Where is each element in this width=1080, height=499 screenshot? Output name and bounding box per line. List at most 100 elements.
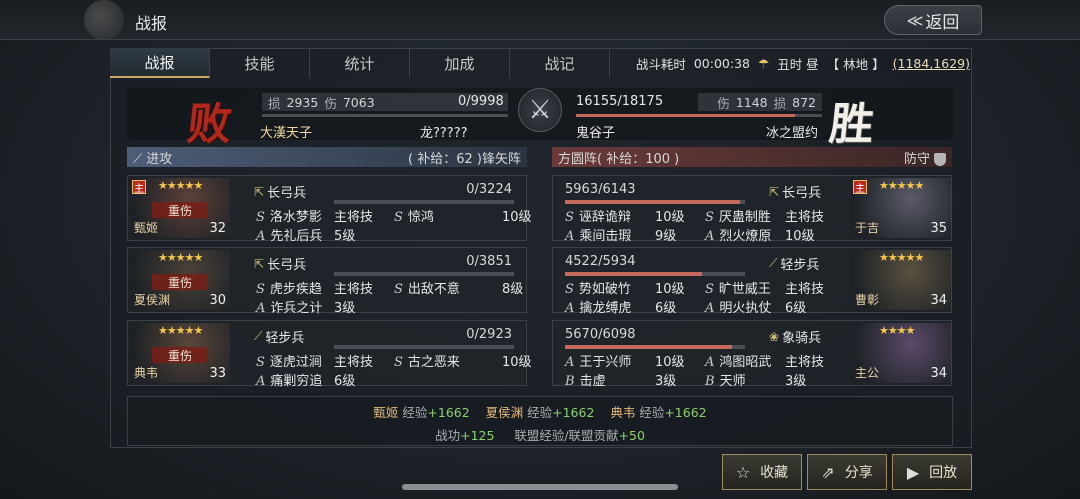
battle-time: 丑时 昼 xyxy=(777,57,819,72)
exp-label: 经验 xyxy=(402,405,428,420)
skill-entry[interactable]: A 擒龙缚虎 6级 xyxy=(565,297,676,316)
troop-icon: ⟋ xyxy=(769,256,778,270)
skill-entry[interactable]: A 明火执仗 6级 xyxy=(705,297,806,316)
troop-hp: 5963/6143 xyxy=(565,182,636,197)
skill-level: 10级 xyxy=(502,210,532,225)
general-portrait[interactable]: ★★★★★ 主于吉 35 xyxy=(851,178,951,238)
tab-bar: 战报 技能 统计 加成 战记 xyxy=(110,48,610,78)
replay-button[interactable]: ▶ 回放 xyxy=(892,454,972,490)
crossed-swords-icon: ⚔ xyxy=(518,88,562,132)
skill-entry[interactable]: A 王于兴师 10级 xyxy=(565,351,685,370)
collect-button[interactable]: ☆ 收藏 xyxy=(722,454,802,490)
skill-type: S xyxy=(256,210,265,225)
skill-type: B xyxy=(705,374,715,389)
skill-type: S xyxy=(394,355,403,370)
right-alliance-name: 冰之盟约 xyxy=(766,126,819,141)
skill-type: S xyxy=(565,210,574,225)
general-portrait[interactable]: ★★★★★ 曹彰 34 xyxy=(851,250,951,310)
general-portrait[interactable]: ★★★★★ 主重伤 甄姬 32 xyxy=(130,178,230,238)
skill-entry[interactable]: S 虎步疾趋 主将技 xyxy=(256,278,373,297)
skill-type: A xyxy=(705,229,715,244)
sword-icon: ⟋ xyxy=(133,151,147,167)
victory-mark: 胜 xyxy=(826,99,877,150)
skill-entry[interactable]: S 洛水梦影 主将技 xyxy=(256,206,373,225)
defense-mode: 防守 xyxy=(903,151,930,167)
skill-entry[interactable]: B 击虚 3级 xyxy=(565,370,676,389)
skill-entry[interactable]: S 势如破竹 10级 xyxy=(565,278,685,297)
troop-type: ❀ 象骑兵 xyxy=(769,327,821,347)
skill-name: 惊鸿 xyxy=(407,210,434,225)
skill-entry[interactable]: S 厌蛊制胜 主将技 xyxy=(705,206,824,225)
general-portrait[interactable]: ★★★★ 主公 34 xyxy=(851,323,951,383)
general-name: 于吉 xyxy=(855,221,880,235)
skill-entry[interactable]: S 诬辞诡辩 10级 xyxy=(565,206,685,225)
skill-entry[interactable]: B 天师 3级 xyxy=(705,370,806,389)
right-general-card[interactable]: ★★★★★ 主于吉 35 ⇱ 长弓兵 5963/6143 S 诬辞诡辩 10级 S 厌蛊制胜 主将技 A… xyxy=(552,175,952,244)
star-rating: ★★★★★ xyxy=(879,179,924,192)
skill-entry[interactable]: A 诈兵之计 3级 xyxy=(256,297,355,316)
skill-entry[interactable]: S 逐虎过涧 主将技 xyxy=(256,351,373,370)
skill-name: 天师 xyxy=(719,374,746,389)
skill-name: 烈火燎原 xyxy=(719,229,772,244)
weather-icon: ☂ xyxy=(757,56,770,71)
general-level: 33 xyxy=(209,366,226,381)
skill-entry[interactable]: S 旷世威王 主将技 xyxy=(705,278,824,297)
exp-general-name: 夏侯渊 xyxy=(485,405,524,420)
collect-label: 收藏 xyxy=(760,465,789,481)
troop-label: 长弓兵 xyxy=(782,186,822,201)
skill-entry[interactable]: A 乘间击瑕 9级 xyxy=(565,225,676,244)
skill-name: 擒龙缚虎 xyxy=(579,301,632,316)
general-portrait[interactable]: ★★★★★ 重伤 典韦 33 xyxy=(130,323,230,383)
attack-header: ⟋ 进攻 ( 补给：62 )锋矢阵 xyxy=(127,147,527,167)
right-general-card[interactable]: ★★★★★ 曹彰 34 ⟋ 轻步兵 4522/5934 S 势如破竹 10级 S 旷世威王 主将技 A 擒… xyxy=(552,247,952,316)
skill-type: S xyxy=(256,355,265,370)
troop-hp-bar xyxy=(334,272,514,276)
skill-level: 6级 xyxy=(334,374,356,389)
left-general-card[interactable]: ★★★★★ 重伤 夏侯渊 30 ⇱ 长弓兵 0/3851 S 虎步疾趋 主将技 S 出敌不意 8级 A 诈兵… xyxy=(127,247,527,316)
troop-icon: ⇱ xyxy=(769,184,780,199)
skill-type: A xyxy=(565,301,575,316)
tab-skills[interactable]: 技能 xyxy=(210,48,310,78)
skill-level: 6级 xyxy=(655,301,677,316)
wounded-badge: 重伤 xyxy=(152,274,208,290)
skill-entry[interactable]: S 古之恶来 10级 xyxy=(394,351,532,370)
right-general-card[interactable]: ★★★★ 主公 34 ❀ 象骑兵 5670/6098 A 王于兴师 10级 A 鸿图昭武 主将技 B 击虚… xyxy=(552,320,952,389)
left-general-card[interactable]: ★★★★★ 主重伤 甄姬 32 ⇱ 长弓兵 0/3224 S 洛水梦影 主将技 S 惊鸿 10级 A 先礼后… xyxy=(127,175,532,244)
skill-entry[interactable]: S 出敌不意 8级 xyxy=(394,278,523,297)
skill-entry[interactable]: A 烈火燎原 10级 xyxy=(705,225,815,244)
skill-name: 势如破竹 xyxy=(578,282,631,297)
skill-name: 先礼后兵 xyxy=(270,229,323,244)
skill-entry[interactable]: A 先礼后兵 5级 xyxy=(256,225,355,244)
troop-type: ⇱ 长弓兵 xyxy=(254,182,306,202)
skill-level: 主将技 xyxy=(334,210,374,225)
defense-header: 方圆阵( 补给：100 ) 防守 xyxy=(552,147,952,167)
alliance-exp-label: 联盟经验/联盟贡献 xyxy=(514,428,619,443)
exp-general-name: 甄姬 xyxy=(373,405,399,420)
skill-level: 5级 xyxy=(334,229,356,244)
skill-entry[interactable]: A 痛剿穷追 6级 xyxy=(256,370,355,389)
skill-type: S xyxy=(705,210,714,225)
general-level: 34 xyxy=(930,293,947,308)
skill-name: 出敌不意 xyxy=(407,282,460,297)
skill-entry[interactable]: A 鸿图昭武 主将技 xyxy=(705,351,824,370)
back-button[interactable]: ≪ 返回 xyxy=(884,5,982,35)
exp-value: +1662 xyxy=(552,405,595,420)
defense-formation: 方圆阵 xyxy=(558,151,598,167)
loss-value: 2935 xyxy=(286,94,319,110)
skill-name: 洛水梦影 xyxy=(269,210,322,225)
share-button[interactable]: ⇗ 分享 xyxy=(807,454,887,490)
skill-entry[interactable]: S 惊鸿 10级 xyxy=(394,206,532,225)
alliance-exp-value: +50 xyxy=(618,428,645,443)
tab-records[interactable]: 战记 xyxy=(510,48,610,78)
left-general-card[interactable]: ★★★★★ 重伤 典韦 33 ⟋ 轻步兵 0/2923 S 逐虎过涧 主将技 S 古之恶来 10级 A 痛剿… xyxy=(127,320,532,389)
star-rating: ★★★★ xyxy=(879,324,915,337)
tab-bonus[interactable]: 加成 xyxy=(410,48,510,78)
troop-hp-bar xyxy=(565,345,745,349)
tab-stats[interactable]: 统计 xyxy=(310,48,410,78)
attack-supply: ( 补给：62 ) xyxy=(408,151,482,167)
home-indicator xyxy=(402,484,678,490)
coords-link[interactable]: (1184,1629) xyxy=(893,56,970,71)
tab-report[interactable]: 战报 xyxy=(110,48,210,78)
skill-name: 王于兴师 xyxy=(579,355,632,370)
general-portrait[interactable]: ★★★★★ 重伤 夏侯渊 30 xyxy=(130,250,230,310)
